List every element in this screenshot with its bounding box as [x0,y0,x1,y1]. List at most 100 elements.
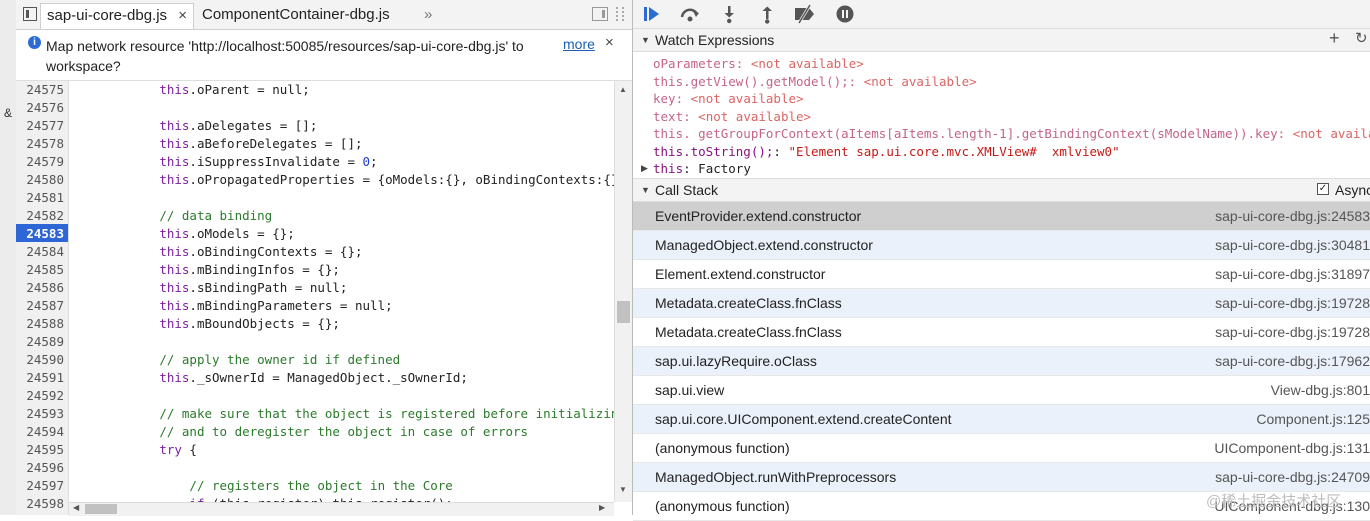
watch-row[interactable]: this: Factory [653,160,751,177]
infobar-more-link[interactable]: more [563,36,595,52]
scroll-down-icon[interactable]: ▼ [619,485,627,494]
line-number[interactable]: 24595 [16,441,64,459]
line-number[interactable]: 24597 [16,477,64,495]
line-number[interactable]: 24576 [16,99,64,117]
code-line: this._sOwnerId = ManagedObject._sOwnerId… [159,370,468,385]
call-frame[interactable]: ManagedObject.runWithPreprocessors sap-ui… [633,463,1370,492]
line-number[interactable]: 24588 [16,315,64,333]
call-stack-title: Call Stack [655,182,719,198]
line-number[interactable]: 24593 [16,405,64,423]
close-infobar-icon[interactable]: × [605,34,614,51]
line-number[interactable]: 24591 [16,369,64,387]
line-number[interactable]: 24575 [16,81,64,99]
call-frame[interactable]: EventProvider.extend.constructor sap-ui-c… [633,202,1370,231]
line-number[interactable]: 24582 [16,207,64,225]
scroll-up-icon[interactable]: ▲ [619,85,627,94]
call-frame[interactable]: sap.ui.view View-dbg.js:801 [633,376,1370,405]
line-numbers: 24575 24576 24577 24578 24579 24580 24581 24582… [16,81,68,515]
deactivate-breakpoints-icon[interactable] [793,4,814,24]
call-frame-function: sap.ui.core.UIComponent.extend.createCon… [655,411,952,427]
call-frame-location[interactable]: sap-ui-core-dbg.js:19728 [1215,318,1370,346]
call-frame[interactable]: Metadata.createClass.fnClass sap-ui-core-… [633,289,1370,318]
scrollbar-thumb[interactable] [617,301,630,323]
tab-label: sap-ui-core-dbg.js [47,7,168,24]
tab-componentcontainer[interactable]: ComponentContainer-dbg.js [196,3,406,29]
more-tabs-icon[interactable]: » [418,3,438,29]
tab-sap-ui-core[interactable]: sap-ui-core-dbg.js × [40,3,194,29]
code-line: this.aDelegates = []; [159,118,318,133]
call-frame[interactable]: Metadata.createClass.fnClass sap-ui-core-… [633,318,1370,347]
async-checkbox[interactable]: ✓ [1317,183,1329,195]
code-line: // registers the object in the Core [189,478,453,493]
call-frame-location[interactable]: View-dbg.js:801 [1271,376,1370,404]
code-line: this.oParent = null; [159,82,310,97]
line-number[interactable]: 24581 [16,189,64,207]
step-into-icon[interactable] [719,4,739,24]
watch-expressions-title: Watch Expressions [655,32,775,48]
call-frame-function: sap.ui.view [655,382,725,398]
call-frame[interactable]: sap.ui.lazyRequire.oClass sap-ui-core-dbg… [633,347,1370,376]
line-number[interactable]: 24596 [16,459,64,477]
line-number[interactable]: 24579 [16,153,64,171]
close-tab-icon[interactable]: × [178,4,187,28]
expand-triangle-icon[interactable]: ▶ [641,163,648,174]
editor-horizontal-scrollbar[interactable]: ◀ ▶ [69,502,614,516]
call-stack-header[interactable]: ▼ Call Stack ✓ Async [633,178,1370,202]
call-frame-location[interactable]: sap-ui-core-dbg.js:24583 [1215,202,1370,230]
call-frame[interactable]: ManagedObject.extend.constructor sap-ui-c… [633,231,1370,260]
code-line: this.oPropagatedProperties = {oModels:{}… [159,172,614,187]
watch-row[interactable]: this.toString();: "Element sap.ui.core.m… [653,143,1120,160]
code-line: if (this.register) this.register(); [69,495,452,502]
watch-row[interactable]: text: <not available> [653,108,811,125]
refresh-watch-icon[interactable]: ↻ [1355,28,1368,50]
call-frame-location[interactable]: sap-ui-core-dbg.js:24709 [1215,463,1370,491]
call-frame-function: ManagedObject.extend.constructor [655,237,873,253]
line-number[interactable]: 24584 [16,243,64,261]
line-number[interactable]: 24577 [16,117,64,135]
line-number[interactable]: 24598 [16,495,64,513]
watch-row[interactable]: oParameters: <not available> [653,55,864,72]
call-frame-location[interactable]: sap-ui-core-dbg.js:19728 [1215,289,1370,317]
call-frame-location[interactable]: UIComponent-dbg.js:131 [1214,434,1370,462]
call-frame-function: Metadata.createClass.fnClass [655,324,842,340]
tab-label: ComponentContainer-dbg.js [202,6,390,23]
toggle-navigator-icon[interactable] [23,7,37,21]
line-number[interactable]: 24594 [16,423,64,441]
line-number[interactable]: 24589 [16,333,64,351]
code-line: this.mBindingInfos = {}; [159,262,340,277]
collapse-triangle-icon[interactable]: ▼ [641,29,650,51]
call-frame-function: ManagedObject.runWithPreprocessors [655,469,897,485]
step-over-icon[interactable] [679,4,699,24]
call-frame-location[interactable]: Component.js:125 [1256,405,1370,433]
editor-vertical-scrollbar[interactable]: ▲ ▼ [614,81,633,502]
call-frame-location[interactable]: sap-ui-core-dbg.js:17962 [1215,347,1370,375]
pause-on-exceptions-icon[interactable] [835,4,855,24]
resume-icon[interactable] [641,4,661,24]
call-frame-location[interactable]: sap-ui-core-dbg.js:31897 [1215,260,1370,288]
toggle-debugger-icon[interactable] [592,7,608,21]
step-out-icon[interactable] [757,4,777,24]
call-frame[interactable]: sap.ui.core.UIComponent.extend.createCon… [633,405,1370,434]
line-number[interactable]: 24590 [16,351,64,369]
watch-row[interactable]: this.getView().getModel();: <not availab… [653,73,977,90]
call-frame[interactable]: Element.extend.constructor sap-ui-core-db… [633,260,1370,289]
scrollbar-thumb[interactable] [85,504,117,514]
call-frame[interactable]: (anonymous function) UIComponent-dbg.js:1… [633,434,1370,463]
collapse-triangle-icon[interactable]: ▼ [641,179,650,201]
line-number[interactable]: 24578 [16,135,64,153]
watch-row[interactable]: key: <not available> [653,90,804,107]
line-number[interactable]: 24583 [16,225,64,243]
line-number[interactable]: 24587 [16,297,64,315]
line-number[interactable]: 24586 [16,279,64,297]
line-number[interactable]: 24580 [16,171,64,189]
scroll-left-icon[interactable]: ◀ [73,503,79,512]
pane-grip-icon[interactable] [616,7,624,21]
watch-row[interactable]: this. getGroupForContext(aItems[aItems.l… [653,125,1370,142]
call-frame-location[interactable]: sap-ui-core-dbg.js:30481 [1215,231,1370,259]
code-editor[interactable]: this.oParent = null; this.aDelegates = [… [69,81,614,502]
line-number[interactable]: 24592 [16,387,64,405]
scroll-right-icon[interactable]: ▶ [599,503,605,512]
watch-expressions-header[interactable]: ▼ Watch Expressions + ↻ [633,28,1370,52]
line-number[interactable]: 24585 [16,261,64,279]
add-watch-icon[interactable]: + [1329,27,1340,49]
